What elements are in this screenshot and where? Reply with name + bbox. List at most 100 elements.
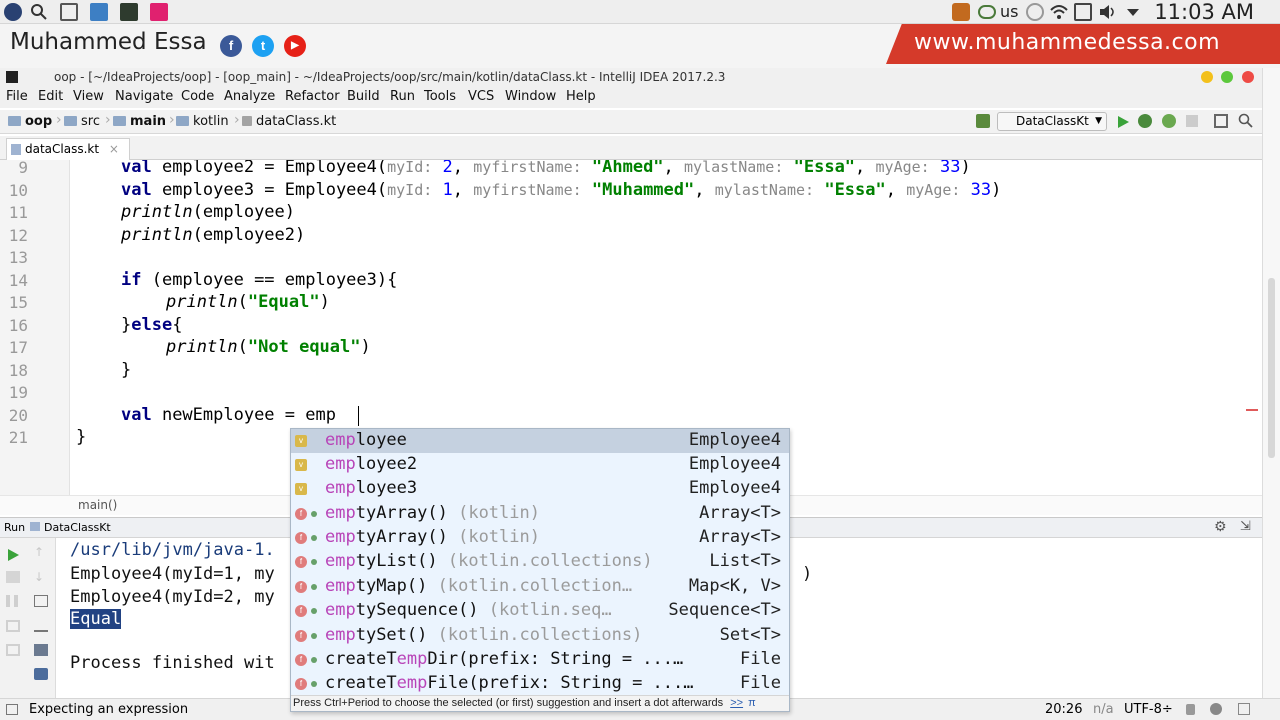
menu-code[interactable]: Code	[181, 89, 214, 104]
completion-item[interactable]: f emptySequence() (kotlin.seq… Sequence<…	[291, 599, 789, 623]
stop-icon[interactable]	[6, 571, 20, 583]
completion-item[interactable]: f emptySet() (kotlin.collections) Set<T>	[291, 624, 789, 648]
settings-gear-icon[interactable]: ⚙	[1214, 519, 1227, 535]
run-icon[interactable]	[1116, 114, 1130, 133]
desktop-icon[interactable]	[60, 3, 78, 21]
clipboard-icon[interactable]	[1074, 3, 1092, 21]
tab-dataclass-kt[interactable]: dataClass.kt ×	[6, 138, 130, 160]
trash-icon[interactable]	[34, 668, 48, 680]
pause-icon[interactable]	[6, 595, 18, 607]
event-log-icon[interactable]	[1238, 703, 1250, 715]
close-button[interactable]	[1242, 71, 1254, 83]
menu-edit[interactable]: Edit	[38, 89, 63, 104]
variable-icon: v	[295, 459, 307, 471]
volume-icon[interactable]	[1098, 3, 1116, 21]
search-everywhere-icon[interactable]	[1238, 113, 1254, 133]
menu-help[interactable]: Help	[566, 89, 596, 104]
menu-file[interactable]: File	[6, 89, 28, 104]
menu-navigate[interactable]: Navigate	[115, 89, 173, 104]
soft-wrap-icon[interactable]	[34, 595, 48, 607]
cloud-icon[interactable]	[978, 5, 996, 19]
file-encoding[interactable]: UTF-8÷	[1124, 702, 1173, 717]
completion-item[interactable]: v employee3 Employee4	[291, 477, 789, 501]
completion-item[interactable]: v employee Employee4	[291, 429, 789, 453]
menu-view[interactable]: View	[73, 89, 104, 104]
run-tab[interactable]: DataClassKt	[30, 521, 111, 534]
menu-vcs[interactable]: VCS	[468, 89, 494, 104]
code-breadcrumb[interactable]: main()	[78, 498, 117, 512]
breadcrumb-separator: ›	[105, 112, 111, 128]
menu-run[interactable]: Run	[390, 89, 415, 104]
wifi-icon[interactable]	[1050, 3, 1068, 21]
public-visibility-icon	[311, 681, 317, 687]
dropdown-icon[interactable]	[1124, 3, 1142, 21]
completion-item[interactable]: f createTempDir(prefix: String = ...… Fi…	[291, 648, 789, 672]
clock[interactable]: 11:03 AM	[1154, 0, 1254, 24]
menu-analyze[interactable]: Analyze	[224, 89, 275, 104]
variable-icon: v	[295, 435, 307, 447]
breadcrumb-main[interactable]: main	[113, 114, 166, 129]
line-separator[interactable]: n/a	[1093, 702, 1114, 717]
menu-refactor[interactable]: Refactor	[285, 89, 340, 104]
os-top-bar: us 11:03 AM	[0, 0, 1280, 24]
keyboard-layout[interactable]: us	[1000, 0, 1018, 24]
completion-item[interactable]: v employee2 Employee4	[291, 453, 789, 477]
line-number: 9	[18, 160, 28, 177]
run-configuration-select[interactable]: DataClassKt ▼	[997, 112, 1107, 131]
breadcrumb-oop[interactable]: oop	[8, 114, 52, 129]
files-icon[interactable]	[90, 3, 108, 21]
hide-panel-icon[interactable]: ⇲	[1240, 519, 1251, 534]
inspector-icon[interactable]	[1210, 703, 1222, 715]
completion-more-link[interactable]: >>	[730, 697, 743, 709]
breadcrumb-file[interactable]: dataClass.kt	[242, 114, 336, 129]
build-hammer-icon[interactable]	[976, 114, 990, 128]
print-icon[interactable]	[34, 644, 48, 656]
maximize-button[interactable]	[1221, 71, 1233, 83]
dump-threads-icon[interactable]	[6, 620, 20, 632]
folder-icon	[64, 116, 77, 126]
breadcrumb-src[interactable]: src	[64, 114, 100, 129]
minimize-button[interactable]	[1201, 71, 1213, 83]
editor-scrollbar-thumb[interactable]	[1268, 278, 1275, 458]
completion-item[interactable]: f emptyArray() (kotlin) Array<T>	[291, 502, 789, 526]
status-panel-icon[interactable]	[6, 704, 18, 715]
menu-tools[interactable]: Tools	[424, 89, 456, 104]
breadcrumb-kotlin[interactable]: kotlin	[176, 114, 229, 129]
line-number: 19	[8, 383, 28, 402]
console-line: Process finished wit	[70, 653, 275, 673]
scroll-up-icon[interactable]: ↑	[34, 546, 48, 558]
pi-icon[interactable]: π	[748, 697, 756, 709]
scroll-down-icon[interactable]: ↓	[34, 571, 48, 583]
breadcrumb-separator: ›	[234, 112, 240, 128]
scroll-to-end-icon[interactable]	[34, 620, 48, 632]
caret-position[interactable]: 20:26	[1045, 702, 1082, 717]
app-tray-icon[interactable]	[952, 3, 970, 21]
run-panel-label[interactable]: Run	[4, 521, 25, 534]
line-number: 21	[8, 428, 28, 447]
search-icon[interactable]	[30, 3, 48, 21]
menu-build[interactable]: Build	[347, 89, 380, 104]
intellij-icon[interactable]	[150, 3, 168, 21]
stop-icon[interactable]	[1186, 115, 1198, 127]
coverage-icon[interactable]	[1162, 114, 1176, 128]
completion-item[interactable]: f emptyList() (kotlin.collections) List<…	[291, 550, 789, 574]
completion-popup: v employee Employee4 v employee2 Employe…	[290, 428, 790, 712]
code-line: println("Equal")	[166, 292, 330, 312]
accessibility-icon[interactable]	[1026, 3, 1044, 21]
rerun-icon[interactable]	[6, 546, 20, 561]
lock-icon[interactable]	[1186, 704, 1195, 715]
line-number: 17	[8, 338, 28, 357]
console-selected-text: Equal	[70, 609, 122, 629]
menu-window[interactable]: Window	[505, 89, 556, 104]
project-structure-icon[interactable]	[1214, 114, 1228, 128]
terminal-icon[interactable]	[120, 3, 138, 21]
fedora-icon[interactable]	[4, 3, 22, 21]
debug-icon[interactable]	[1138, 114, 1152, 128]
exit-icon[interactable]	[6, 644, 20, 656]
completion-item[interactable]: f createTempFile(prefix: String = ...… F…	[291, 672, 789, 696]
folder-icon	[113, 116, 126, 126]
completion-item[interactable]: f emptyArray() (kotlin) Array<T>	[291, 526, 789, 550]
folder-icon	[8, 116, 21, 126]
completion-item[interactable]: f emptyMap() (kotlin.collection… Map<K, …	[291, 575, 789, 599]
tab-close-icon[interactable]: ×	[109, 142, 119, 156]
